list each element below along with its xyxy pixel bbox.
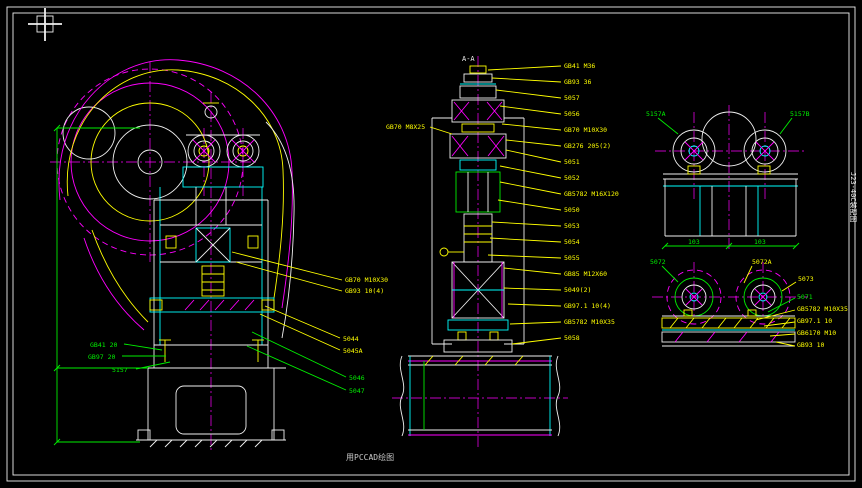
part-callout: 5157B	[790, 110, 810, 118]
part-callout: 5046	[349, 374, 365, 382]
dimension-text: 103	[754, 238, 766, 246]
part-callout: 5157A	[646, 110, 666, 118]
part-callout: 5051	[564, 158, 580, 166]
part-callout: 5072	[650, 258, 666, 266]
part-callout: 5052	[564, 174, 580, 182]
front-view: GB41 20 GB97 20 5157 GB70 M10X30 GB93 10…	[50, 59, 388, 450]
frame-vertical-title: J23-40C装配图	[849, 172, 858, 223]
dimension-text: 103	[688, 238, 700, 246]
part-callout: GB5782 M10X35	[564, 318, 615, 326]
part-callout: 5049(2)	[564, 286, 591, 294]
part-callout: GB41 20	[90, 341, 117, 349]
bottom-detail-view: 5072 5072A 5073 5071 GB5782 M10X35 GB97.…	[650, 258, 848, 349]
part-callout: GB5782 M10X35	[797, 305, 848, 313]
side-section-view: A-A GB70 M8X25 GB41 M36 GB93 36 5057 505…	[386, 55, 619, 450]
part-callout: 5057	[564, 94, 580, 102]
part-callout: 5044	[343, 335, 359, 343]
part-callout: GB97 20	[88, 353, 115, 361]
part-callout: GB6170 M10	[797, 329, 836, 337]
part-callout: 5157	[112, 366, 128, 374]
part-callout: GB93 36	[564, 78, 591, 86]
part-callout: GB70 M10X30	[345, 276, 388, 284]
part-callout: 5047	[349, 387, 365, 395]
part-callout: 5053	[564, 222, 580, 230]
part-callout: GB93 10	[797, 341, 824, 349]
part-callout: GB97.1 10	[797, 317, 832, 325]
part-callout: 5073	[798, 275, 814, 283]
part-callout: GB97.1 10(4)	[564, 302, 611, 310]
part-callout: GB276 205(2)	[564, 142, 611, 150]
part-callout: GB41 M36	[564, 62, 595, 70]
cad-drawing-canvas[interactable]: 用PCCAD绘图 J23-40C装配图 GB41 20 GB97 20 5157…	[0, 0, 862, 488]
part-callout: GB85 M12X60	[564, 270, 607, 278]
cad-viewport: 用PCCAD绘图 J23-40C装配图 GB41 20 GB97 20 5157…	[0, 0, 862, 488]
part-callout: GB5782 M16X120	[564, 190, 619, 198]
part-callout: 5071	[797, 293, 813, 301]
drawing-frame: 用PCCAD绘图 J23-40C装配图	[6, 6, 858, 482]
part-callout: GB70 M8X25	[386, 123, 425, 131]
part-callout: 5050	[564, 206, 580, 214]
watermark-text: 用PCCAD绘图	[346, 452, 394, 462]
part-callout: 5045A	[343, 347, 363, 355]
part-callout: 5056	[564, 110, 580, 118]
part-callout: 5058	[564, 334, 580, 342]
part-callout: 5055	[564, 254, 580, 262]
top-detail-view: 5157A 5157B 103 103	[646, 105, 810, 250]
part-callout: 5054	[564, 238, 580, 246]
section-label: A-A	[462, 55, 475, 63]
part-callout: 5072A	[752, 258, 772, 266]
part-callout: GB93 10(4)	[345, 287, 384, 295]
part-callout: GB70 M10X30	[564, 126, 607, 134]
